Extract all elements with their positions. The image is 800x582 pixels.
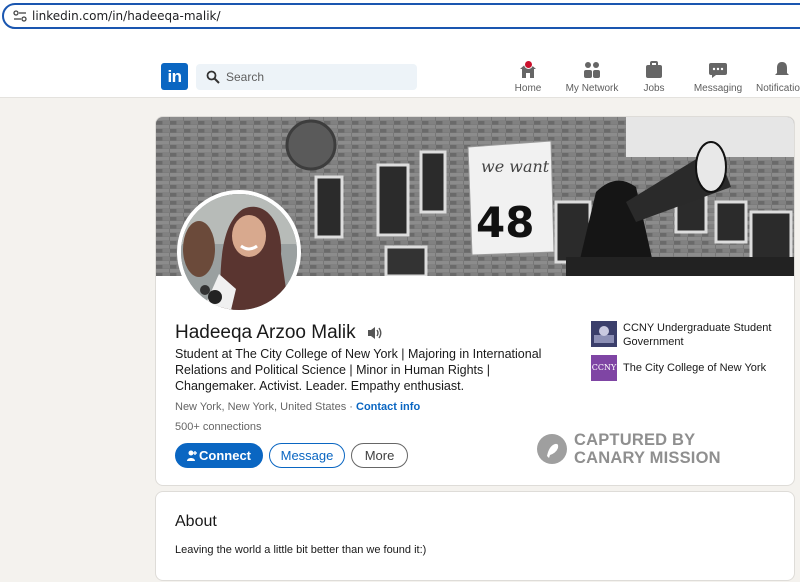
- location-separator: ·: [346, 401, 356, 413]
- add-person-icon: [187, 450, 197, 461]
- sign-number-text: 48: [476, 198, 534, 247]
- url-bar[interactable]: linkedin.com/in/hadeeqa-malik/: [2, 3, 800, 29]
- linkedin-logo[interactable]: in: [161, 63, 188, 90]
- profile-photo-image: [181, 194, 297, 310]
- watermark-line2: CANARY MISSION: [574, 449, 721, 467]
- home-notification-dot: [524, 60, 533, 69]
- url-text[interactable]: linkedin.com/in/hadeeqa-malik/: [32, 9, 221, 23]
- search-box[interactable]: [196, 64, 417, 90]
- watermark-line1: CAPTURED BY: [574, 431, 696, 449]
- nav-jobs[interactable]: Jobs: [634, 60, 674, 96]
- site-settings-icon[interactable]: [13, 10, 27, 22]
- org-name: The City College of New York: [623, 362, 767, 374]
- bell-icon: [775, 62, 789, 75]
- about-section: About Leaving the world a little bit bet…: [155, 491, 795, 581]
- nav-my-network-label: My Network: [565, 83, 619, 94]
- profile-headline: Student at The City College of New York …: [175, 347, 542, 393]
- profile-name: Hadeeqa Arzoo Malik: [175, 322, 356, 343]
- profile-photo[interactable]: [177, 190, 301, 314]
- nav-home-label: Home: [514, 83, 542, 94]
- network-icon: [584, 62, 600, 78]
- nav-home[interactable]: Home: [507, 60, 549, 96]
- canary-bird-icon: [537, 434, 567, 464]
- nav-notifications-label: Notifications: [756, 83, 800, 94]
- nav-notifications[interactable]: Notifications: [756, 60, 800, 96]
- message-button[interactable]: Message: [269, 443, 345, 468]
- ccny-usg-logo: [591, 321, 617, 347]
- connect-button-label: Connect: [199, 448, 251, 463]
- profile-location-line: New York, New York, United States · Cont…: [175, 401, 420, 413]
- nav-jobs-label: Jobs: [643, 83, 665, 94]
- contact-info-link[interactable]: Contact info: [356, 401, 420, 413]
- profile-location: New York, New York, United States: [175, 401, 347, 413]
- profile-card: we want 48 Hadeeqa Arzoo Malik Student a…: [155, 116, 795, 486]
- sign-top-text: we want: [481, 157, 550, 176]
- browser-address-bar: linkedin.com/in/hadeeqa-malik/: [0, 0, 800, 56]
- search-icon: [206, 70, 220, 84]
- name-pronunciation-icon[interactable]: [367, 326, 383, 340]
- nav-messaging-label: Messaging: [693, 83, 743, 94]
- briefcase-icon: [646, 61, 662, 78]
- messaging-icon: [709, 63, 727, 78]
- global-nav: in Home My Network Jobs Messaging: [0, 56, 800, 98]
- connect-button[interactable]: Connect: [175, 443, 263, 468]
- about-title: About: [175, 513, 217, 530]
- watermark-text: CAPTURED BY CANARY MISSION: [574, 431, 721, 467]
- nav-my-network[interactable]: My Network: [563, 60, 621, 96]
- ccny-logo: CCNY: [591, 355, 617, 381]
- search-input[interactable]: [226, 64, 406, 90]
- about-text: Leaving the world a little bit better th…: [175, 544, 427, 556]
- canary-mission-watermark: CAPTURED BY CANARY MISSION: [537, 431, 737, 471]
- more-button[interactable]: More: [351, 443, 408, 468]
- nav-messaging[interactable]: Messaging: [692, 60, 744, 96]
- connections-count: 500+ connections: [175, 421, 262, 433]
- org-name: CCNY Undergraduate Student Government: [623, 322, 772, 348]
